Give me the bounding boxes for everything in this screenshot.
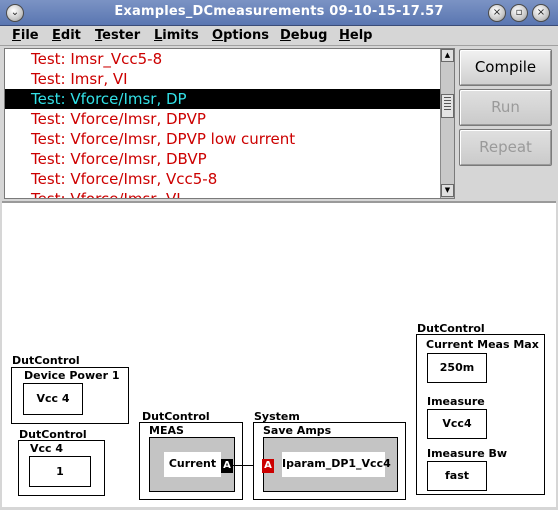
diagram-canvas[interactable]: DutControl Device Power 1 Vcc 4 DutContr… — [2, 201, 556, 507]
list-item[interactable]: Test: Vforce/Imsr, VI — [5, 189, 442, 198]
menu-file[interactable]: File — [12, 28, 39, 43]
list-item[interactable]: Test: Imsr_Vcc5-8 — [5, 49, 442, 69]
title-bar[interactable]: ⌄ Examples_DCmeasurements 09-10-15-17.57… — [0, 0, 558, 26]
menu-tester[interactable]: Tester — [95, 28, 140, 43]
device-power-block[interactable]: Device Power 1 Vcc 4 — [11, 367, 129, 424]
scroll-down-icon[interactable]: ▼ — [441, 184, 454, 197]
menu-options[interactable]: Options — [212, 28, 269, 43]
imeasure-label: Imeasure — [427, 395, 485, 408]
window-title: Examples_DCmeasurements 09-10-15-17.57 — [114, 4, 444, 19]
close-icon[interactable]: × — [532, 4, 550, 22]
maximize-icon[interactable]: ▫ — [510, 4, 528, 22]
block-group-label: DutControl — [12, 354, 80, 367]
minimize-icon[interactable]: × — [488, 4, 506, 22]
current-meas-max-value[interactable]: 250m — [427, 353, 487, 383]
list-item[interactable]: Test: Vforce/Imsr, Vcc5-8 — [5, 169, 442, 189]
block-title: Vcc 4 — [30, 442, 64, 455]
vertical-scrollbar[interactable]: ▲ ▼ — [440, 49, 454, 198]
list-item[interactable]: Test: Vforce/Imsr, DPVP low current — [5, 129, 442, 149]
imeasure-value[interactable]: Vcc4 — [427, 409, 487, 439]
menu-debug[interactable]: Debug — [280, 28, 327, 43]
menu-help[interactable]: Help — [339, 28, 372, 43]
current-meas-block[interactable]: Current Meas Max 250m Imeasure Vcc4 Imea… — [416, 334, 545, 495]
repeat-button[interactable]: Repeat — [459, 129, 552, 166]
imeasure-bw-label: Imeasure Bw — [427, 447, 508, 460]
save-inner: Iparam_DP1_Vcc4 — [263, 437, 398, 492]
menu-edit[interactable]: Edit — [52, 28, 81, 43]
vcc-block[interactable]: Vcc 4 1 — [18, 440, 105, 496]
imeasure-bw-value[interactable]: fast — [427, 461, 487, 491]
compile-button[interactable]: Compile — [459, 49, 552, 86]
menu-limits[interactable]: Limits — [154, 28, 199, 43]
output-port[interactable]: A — [221, 459, 233, 473]
scroll-thumb[interactable] — [441, 94, 454, 118]
input-port[interactable]: A — [262, 459, 274, 473]
run-button[interactable]: Run — [459, 89, 552, 126]
meas-value[interactable]: Current — [164, 452, 221, 477]
save-amps-block[interactable]: Save Amps Iparam_DP1_Vcc4 — [253, 422, 406, 500]
menu-bar: File Edit Tester Limits Options Debug He… — [0, 26, 558, 46]
list-item[interactable]: Test: Vforce/Imsr, DPVP — [5, 109, 442, 129]
test-list[interactable]: Test: Imsr_Vcc5-8 Test: Imsr, VI Test: V… — [4, 48, 455, 199]
block-title: Device Power 1 — [24, 369, 120, 382]
block-value[interactable]: 1 — [29, 456, 91, 487]
block-title: MEAS — [149, 424, 184, 437]
block-title: Current Meas Max — [426, 338, 539, 351]
list-item[interactable]: Test: Vforce/Imsr, DBVP — [5, 149, 442, 169]
list-item-selected[interactable]: Test: Vforce/Imsr, DP — [5, 89, 442, 109]
save-value[interactable]: Iparam_DP1_Vcc4 — [282, 452, 391, 477]
scroll-up-icon[interactable]: ▲ — [441, 49, 454, 62]
list-item[interactable]: Test: Imsr, VI — [5, 69, 442, 89]
block-value[interactable]: Vcc 4 — [23, 383, 83, 415]
block-title: Save Amps — [263, 424, 332, 437]
